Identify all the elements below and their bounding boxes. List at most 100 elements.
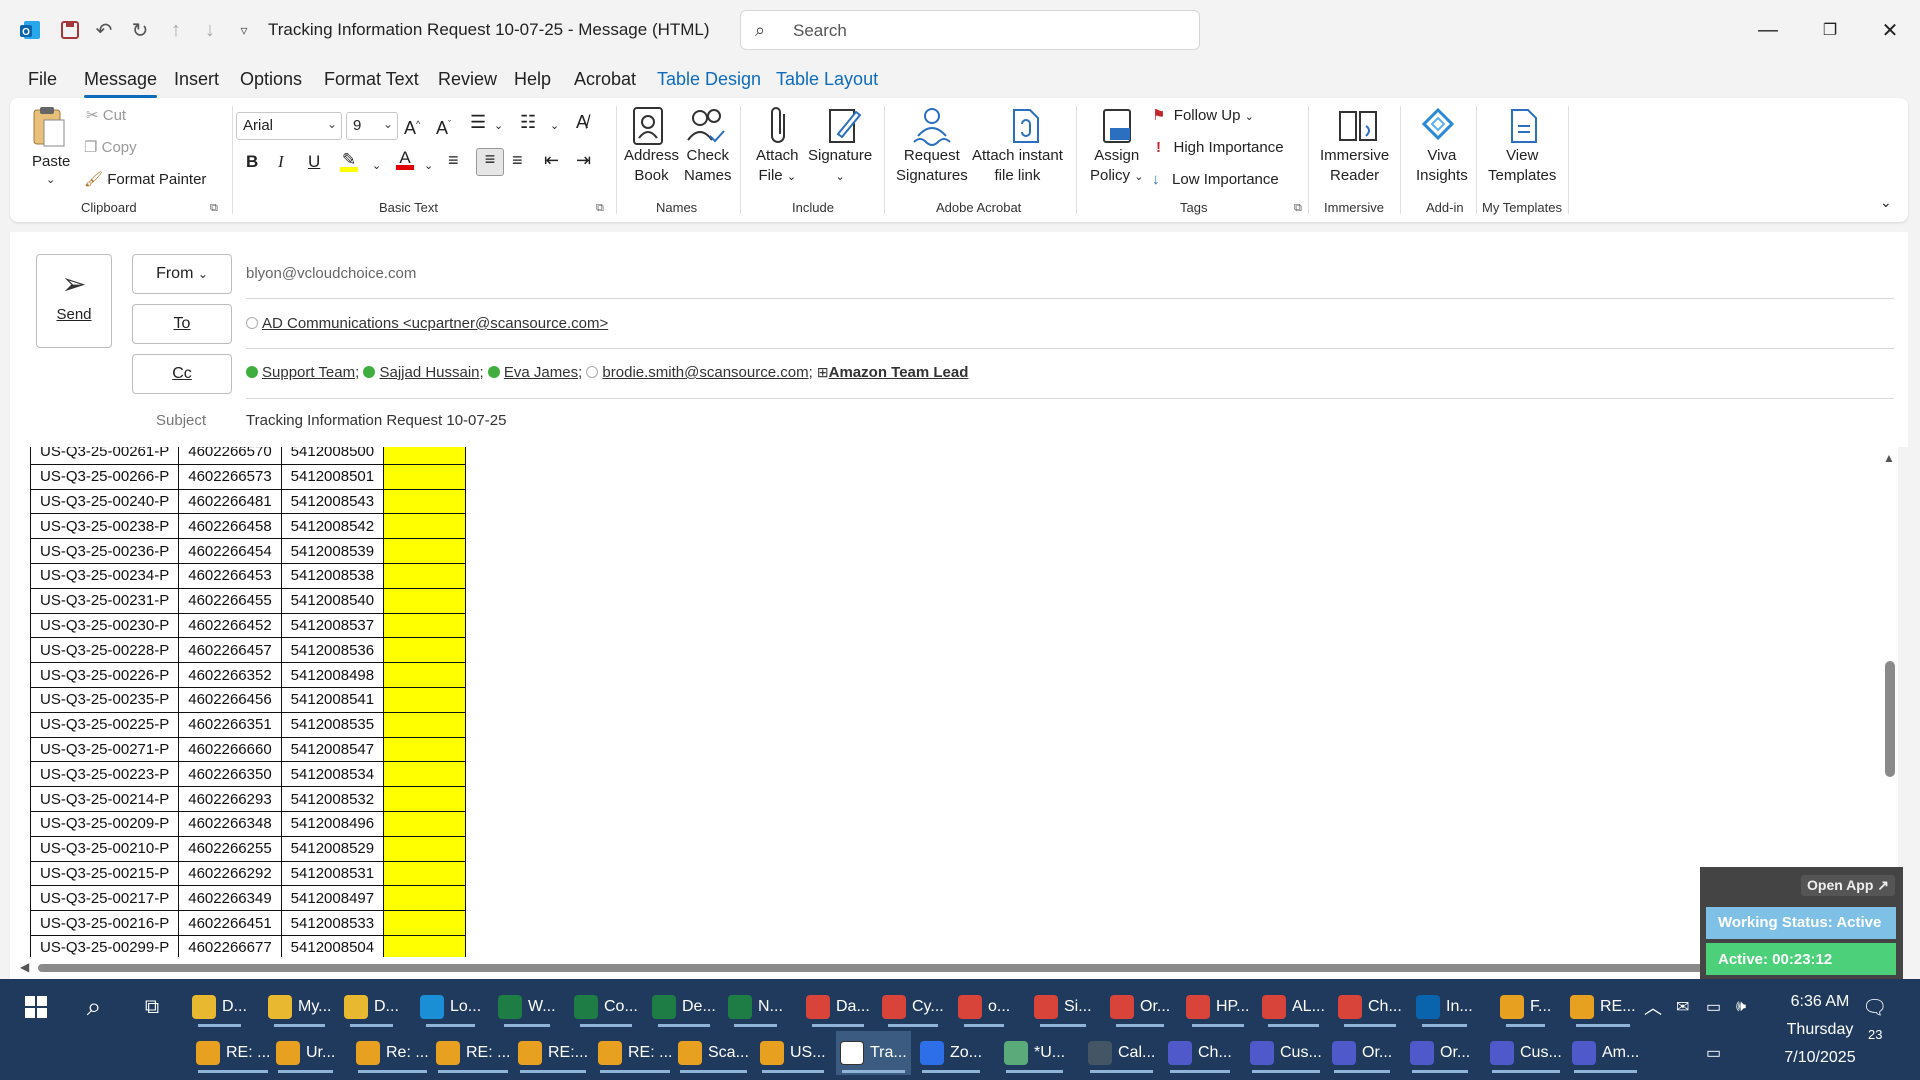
paperclip-icon[interactable] [766,106,794,150]
font-color-icon[interactable]: A [396,148,414,170]
search-icon[interactable]: ⌕ [72,985,116,1029]
close-button[interactable]: ✕ [1870,14,1910,46]
request-signatures-button[interactable]: Request Signatures [896,146,968,186]
table-cell[interactable]: 4602266255 [178,835,282,862]
expand-group-icon[interactable]: ⊞ [817,364,829,380]
to-recipient[interactable]: AD Communications <ucpartner@scansource.… [262,315,608,332]
mail-tray-icon[interactable]: ✉ [1676,985,1689,1029]
table-cell[interactable]: US-Q3-25-00231-P [29,587,180,614]
tags-launcher-icon[interactable]: ⧉ [1294,202,1302,215]
taskbar-app-button[interactable]: Zo... [916,1031,986,1075]
table-cell[interactable]: 4602266573 [178,463,282,490]
table-cell[interactable]: US-Q3-25-00299-P [29,934,180,957]
table-cell[interactable]: US-Q3-25-00225-P [29,711,180,738]
table-cell[interactable]: US-Q3-25-00261-P [29,447,180,465]
table-cell[interactable]: 4602266454 [178,538,282,564]
check-names-button[interactable]: Check Names [684,146,732,186]
save-icon[interactable] [56,16,84,44]
highlighted-empty-cell[interactable] [383,513,467,540]
table-cell[interactable]: US-Q3-25-00217-P [29,885,180,912]
follow-up-button[interactable]: ⚑ Follow Up ⌄ [1152,106,1254,127]
table-cell[interactable]: 4602266677 [178,934,282,957]
taskbar-app-button[interactable]: Da... [806,985,870,1029]
table-cell[interactable]: US-Q3-25-00238-P [29,513,180,540]
show-hidden-icons-icon[interactable]: ︿ [1644,985,1662,1029]
underline-icon[interactable]: U [308,152,320,172]
table-cell[interactable]: US-Q3-25-00210-P [29,835,180,862]
send-button[interactable]: ➢ Send [36,254,112,348]
taskbar-app-button[interactable]: De... [652,985,716,1029]
table-cell[interactable]: 5412008541 [280,686,385,713]
tab-file[interactable]: File [28,69,57,90]
view-templates-button[interactable]: View Templates [1488,146,1556,186]
restore-button[interactable]: ❐ [1810,14,1850,46]
scrollbar-thumb[interactable] [38,964,1708,972]
taskbar-app-button[interactable]: Cus... [1246,1031,1326,1075]
task-view-icon[interactable]: ⧉ [130,985,174,1029]
table-cell[interactable]: 4602266351 [178,711,282,738]
tab-acrobat[interactable]: Acrobat [574,69,636,90]
table-cell[interactable]: US-Q3-25-00228-P [29,637,180,664]
bullets-dropdown-icon[interactable]: ⌄ [494,116,503,136]
viva-insights-button[interactable]: Viva Insights [1416,146,1468,186]
taskbar-app-button[interactable]: RE... [1570,985,1636,1029]
table-cell[interactable]: 4602266456 [178,686,282,713]
table-cell[interactable]: US-Q3-25-00216-P [29,910,180,936]
to-button[interactable]: To [132,304,232,344]
table-cell[interactable]: 4602266349 [178,885,282,912]
table-cell[interactable]: 4602266352 [178,662,282,688]
highlighted-empty-cell[interactable] [383,810,467,837]
cut-button[interactable]: ✂ Cut [86,106,126,126]
taskbar-app-button[interactable]: RE: ... [192,1031,274,1075]
taskbar-app-button[interactable]: AL... [1262,985,1325,1029]
font-name-combo[interactable]: Arial ⌄ [236,112,342,140]
table-cell[interactable]: 4602266451 [178,910,282,936]
undo-icon[interactable]: ↶ [90,16,118,44]
cc-recipient[interactable]: Sajjad Hussain [379,364,479,381]
immersive-reader-icon[interactable] [1336,106,1380,150]
paste-dropdown-icon[interactable]: ⌄ [46,170,55,190]
taskbar-app-button[interactable]: D... [344,985,399,1029]
table-cell[interactable]: 5412008543 [280,488,385,515]
table-cell[interactable]: 5412008498 [280,662,385,688]
taskbar-app-button[interactable]: N... [728,985,783,1029]
taskbar-app-button[interactable]: *U... [1000,1031,1069,1075]
assign-policy-icon[interactable] [1100,106,1136,150]
align-right-icon[interactable]: ≡ [512,150,523,170]
decrease-indent-icon[interactable]: ⇤ [544,150,559,170]
tab-format-text[interactable]: Format Text [324,69,419,90]
taskbar-app-button[interactable]: In... [1416,985,1473,1029]
copy-button[interactable]: ❐ Copy [84,138,137,158]
collapse-ribbon-icon[interactable]: ⌄ [1880,192,1892,212]
taskbar-app-button[interactable]: Ch... [1164,1031,1236,1075]
table-cell[interactable]: 5412008533 [280,910,385,936]
tab-help[interactable]: Help [514,69,551,90]
tab-insert[interactable]: Insert [174,69,219,90]
taskbar-app-button[interactable]: Tra... [836,1031,911,1075]
message-body[interactable]: US-Q3-25-00261-P 4602266570 5412008500 US-Q… [10,447,1898,957]
tab-options[interactable]: Options [240,69,302,90]
clear-formatting-icon[interactable]: A̸ [576,112,588,132]
cc-button[interactable]: Cc [132,354,232,394]
table-cell[interactable]: 4602266452 [178,612,282,639]
bullets-icon[interactable]: ☰ [470,112,486,132]
highlight-icon[interactable]: ✎ [340,150,358,172]
cc-recipient-group[interactable]: Amazon Team Lead [829,364,969,381]
paste-button[interactable]: Paste [32,152,70,172]
table-cell[interactable]: 5412008501 [280,463,385,490]
table-cell[interactable]: 4602266348 [178,810,282,837]
table-cell[interactable]: 4602266350 [178,761,282,788]
high-importance-button[interactable]: ! High Importance [1156,138,1284,158]
table-cell[interactable]: 5412008540 [280,587,385,614]
volume-icon[interactable]: 🕪 [1736,985,1746,1029]
table-cell[interactable]: US-Q3-25-00230-P [29,612,180,639]
table-cell[interactable]: 4602266292 [178,860,282,887]
numbering-dropdown-icon[interactable]: ⌄ [550,116,559,136]
signature-icon[interactable] [826,106,862,150]
table-cell[interactable]: 5412008496 [280,810,385,837]
start-button[interactable] [14,985,58,1029]
numbering-icon[interactable]: ☷ [520,112,536,132]
table-cell[interactable]: US-Q3-25-00236-P [29,538,180,564]
table-cell[interactable]: 5412008534 [280,761,385,788]
taskbar-app-button[interactable]: Or... [1110,985,1170,1029]
